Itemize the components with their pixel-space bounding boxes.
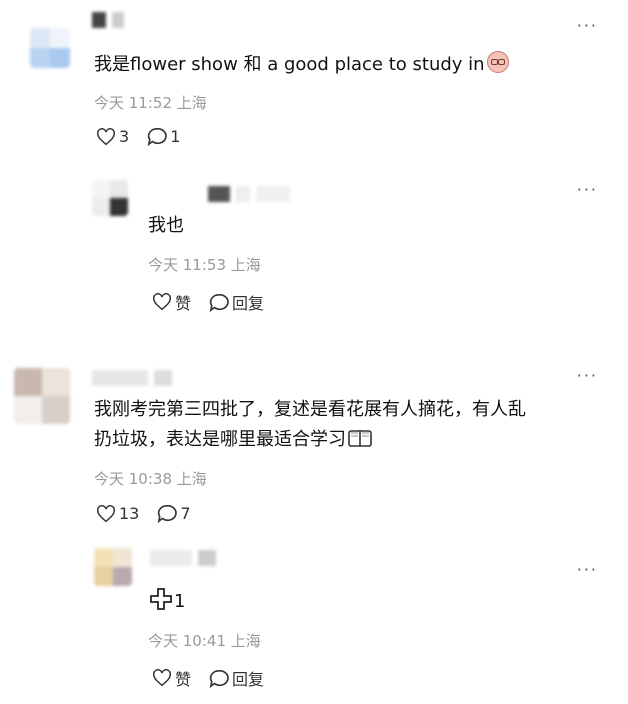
reply-button[interactable]: 回复 (209, 290, 264, 314)
reply-label: 回复 (232, 294, 265, 313)
more-options-button[interactable]: ··· (577, 18, 598, 34)
reply-meta: 今天 11:53 上海 (148, 256, 261, 274)
reply-count: 7 (180, 504, 191, 523)
like-button[interactable]: 13 (96, 504, 139, 523)
heart-outline-icon (153, 293, 171, 311)
reply-meta: 今天 10:41 上海 (148, 632, 261, 650)
avatar[interactable] (92, 180, 128, 216)
username-blurred[interactable] (92, 12, 130, 28)
comment-text: 我刚考完第三四批了，复述是看花展有人摘花，有人乱 扔垃圾，表达是哪里最适合学习 (94, 399, 526, 450)
heart-outline-icon (153, 669, 171, 687)
reply-count-button[interactable]: 1 (147, 127, 180, 146)
heart-outline-icon (97, 504, 115, 522)
reply-count-button[interactable]: 7 (157, 504, 191, 523)
avatar[interactable] (30, 28, 70, 68)
comment-text: 我是flower show 和 a good place to study in (94, 50, 509, 80)
more-options-button[interactable]: ··· (577, 182, 598, 198)
username-blurred[interactable] (92, 370, 178, 386)
avatar[interactable] (94, 548, 132, 586)
username-blurred[interactable] (208, 186, 296, 202)
more-options-button[interactable]: ··· (577, 368, 598, 384)
reply-text: 我也 (148, 215, 184, 236)
speech-bubble-icon (209, 669, 229, 688)
reply-actions: 赞 回复 (152, 666, 282, 690)
comment-meta: 今天 10:38 上海 (94, 470, 207, 488)
reply-label: 回复 (232, 670, 265, 689)
comment-meta: 今天 11:52 上海 (94, 94, 207, 112)
like-button[interactable]: 赞 (152, 666, 191, 690)
like-button[interactable]: 3 (96, 127, 129, 146)
like-count: 3 (119, 127, 130, 146)
like-count: 13 (119, 504, 140, 523)
speech-bubble-icon (209, 293, 229, 312)
reply-actions: 赞 回复 (152, 290, 282, 314)
like-label: 赞 (175, 294, 192, 313)
comment-actions: 13 7 (96, 504, 209, 523)
open-book-emoji (348, 430, 372, 447)
like-button[interactable]: 赞 (152, 290, 191, 314)
reply-button[interactable]: 回复 (209, 666, 264, 690)
blushing-face-emoji (486, 51, 509, 73)
avatar[interactable] (14, 368, 70, 424)
username-blurred[interactable] (150, 550, 222, 566)
heart-outline-icon (97, 127, 115, 145)
comment-actions: 3 1 (96, 127, 198, 146)
reply-text: 1 (150, 587, 185, 617)
reply-count: 1 (170, 127, 181, 146)
more-options-button[interactable]: ··· (577, 562, 598, 578)
speech-bubble-icon (147, 127, 167, 146)
speech-bubble-icon (158, 504, 178, 523)
like-label: 赞 (175, 670, 192, 689)
plus-cross-emoji (150, 588, 172, 610)
